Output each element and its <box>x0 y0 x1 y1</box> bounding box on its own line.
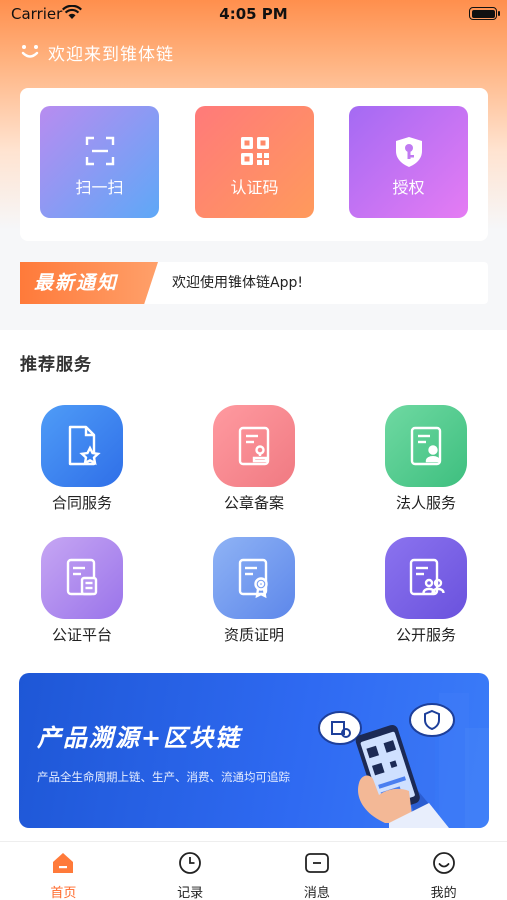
clock-icon <box>127 851 254 877</box>
authorize-label: 授权 <box>392 178 425 197</box>
qr-code-icon <box>195 136 314 168</box>
service-seal-filing[interactable]: 公章备案 <box>199 405 309 513</box>
status-bar: Carrier 4:05 PM <box>0 0 507 28</box>
scan-label: 扫一扫 <box>75 178 124 197</box>
notice-text: 欢迎使用锥体链App! <box>172 275 303 291</box>
phone-qr-illustration <box>318 693 489 828</box>
service-contract[interactable]: 合同服务 <box>27 405 137 513</box>
service-public[interactable]: 公开服务 <box>371 537 481 645</box>
notice-tag: 最新通知 <box>20 262 158 304</box>
clock-time: 4:05 PM <box>219 5 288 23</box>
tab-messages[interactable]: 消息 <box>254 842 381 900</box>
auth-code-label: 认证码 <box>230 178 279 197</box>
smile-icon <box>21 45 39 58</box>
service-label: 合同服务 <box>51 494 112 512</box>
welcome-banner: 欢迎来到锥体链 <box>20 40 174 65</box>
notary-document-icon <box>41 537 123 619</box>
welcome-text: 欢迎来到锥体链 <box>48 44 174 65</box>
scan-button[interactable]: 扫一扫 <box>40 106 159 218</box>
service-legal-person[interactable]: 法人服务 <box>371 405 481 513</box>
tab-records[interactable]: 记录 <box>127 842 254 900</box>
service-notary[interactable]: 公证平台 <box>27 537 137 645</box>
service-label: 资质证明 <box>223 626 284 644</box>
group-document-icon <box>385 537 467 619</box>
section-title-recommended: 推荐服务 <box>20 355 92 375</box>
tab-home-label: 首页 <box>50 886 77 900</box>
notice-bar[interactable]: 最新通知 欢迎使用锥体链App! <box>20 262 488 304</box>
service-label: 法人服务 <box>395 494 456 512</box>
tab-messages-label: 消息 <box>303 886 330 900</box>
person-document-icon <box>385 405 467 487</box>
banner-title: 产品溯源+区块链 <box>37 724 242 752</box>
tab-profile[interactable]: 我的 <box>380 842 507 900</box>
contract-star-icon <box>41 405 123 487</box>
certificate-document-icon <box>213 537 295 619</box>
authorize-button[interactable]: 授权 <box>349 106 468 218</box>
battery-icon <box>469 7 500 20</box>
service-label: 公章备案 <box>223 494 284 512</box>
banner-subtitle: 产品全生命周期上链、生产、消费、流通均可追踪 <box>37 770 290 784</box>
message-icon <box>254 851 381 877</box>
promo-banner[interactable]: 产品溯源+区块链 产品全生命周期上链、生产、消费、流通均可追踪 <box>19 673 489 828</box>
tab-home[interactable]: 首页 <box>0 842 127 900</box>
service-label: 公证平台 <box>51 626 112 644</box>
service-qualification[interactable]: 资质证明 <box>199 537 309 645</box>
seal-document-icon <box>213 405 295 487</box>
key-shield-icon <box>349 136 468 168</box>
home-icon <box>0 851 127 877</box>
auth-code-button[interactable]: 认证码 <box>195 106 314 218</box>
smiley-profile-icon <box>380 851 507 877</box>
tab-profile-label: 我的 <box>430 886 457 900</box>
quick-actions-card: 扫一扫 认证码 授权 <box>20 88 488 241</box>
scan-icon <box>40 136 159 168</box>
service-label: 公开服务 <box>395 626 456 644</box>
tab-bar: 首页 记录 消息 我的 <box>0 841 507 900</box>
tab-records-label: 记录 <box>177 886 204 900</box>
